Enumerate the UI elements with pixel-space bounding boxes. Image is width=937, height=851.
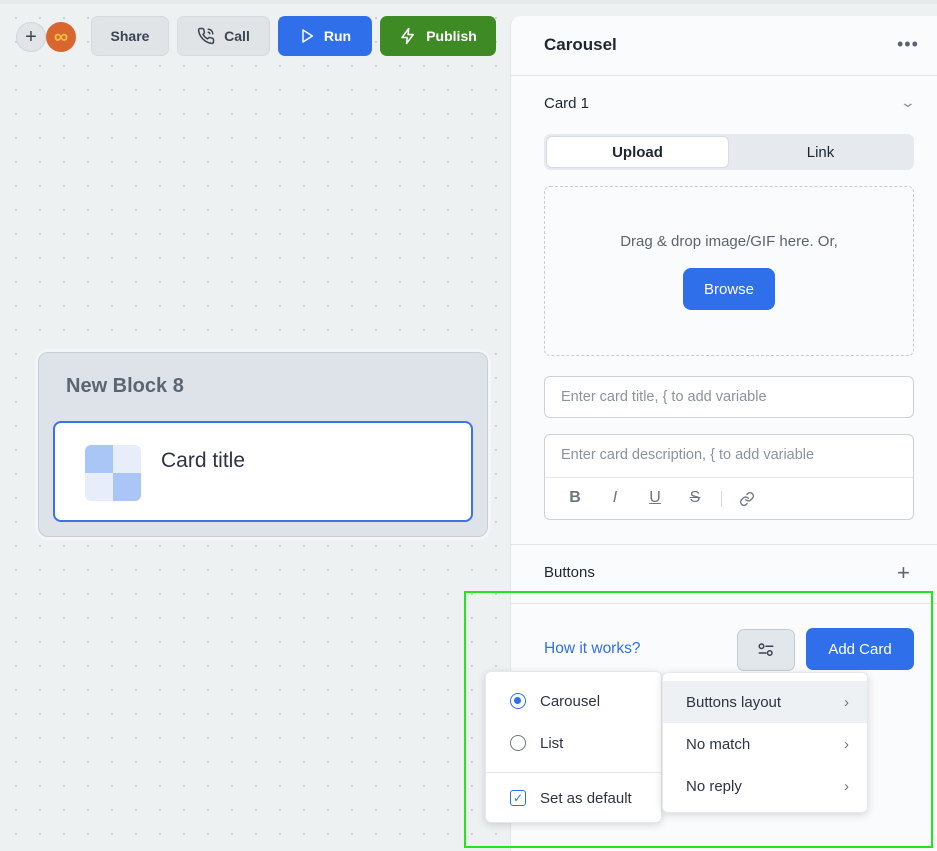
menu-item-no-reply[interactable]: No reply › (663, 765, 867, 807)
settings-menu: Buttons layout › No match › No reply › (662, 672, 868, 813)
strikethrough-button[interactable]: S (685, 489, 705, 507)
checkbox-checked-icon: ✓ (510, 790, 526, 806)
set-as-default-checkbox[interactable]: ✓ Set as default (510, 786, 632, 810)
more-options-icon[interactable]: ••• (897, 34, 919, 55)
add-button-icon[interactable]: + (897, 560, 910, 586)
checkbox-label: Set as default (540, 789, 632, 807)
option-label: Carousel (540, 692, 601, 710)
menu-item-no-match[interactable]: No match › (663, 723, 867, 765)
publish-button[interactable]: Publish (380, 16, 496, 56)
avatar[interactable]: ∞ (46, 22, 76, 52)
card-title-input[interactable]: Enter card title, { to add variable (544, 376, 914, 418)
publish-label: Publish (426, 28, 477, 44)
tab-upload[interactable]: Upload (546, 136, 729, 168)
option-carousel[interactable]: Carousel (510, 689, 600, 713)
card-title: Card title (161, 449, 246, 472)
chevron-right-icon: › (844, 735, 849, 753)
option-label: List (540, 734, 564, 752)
format-toolbar: B I U S (545, 477, 913, 519)
chevron-right-icon: › (844, 693, 849, 711)
description-placeholder: Enter card description, { to add variabl… (561, 447, 815, 463)
chevron-right-icon: › (844, 777, 849, 795)
browse-button[interactable]: Browse (683, 268, 775, 310)
run-button[interactable]: Run (278, 16, 372, 56)
card-section-title: Card 1 (544, 95, 590, 112)
share-label: Share (110, 28, 150, 44)
chevron-down-icon[interactable]: ⌄ (900, 94, 916, 111)
image-placeholder-icon (85, 445, 141, 501)
menu-item-label: Buttons layout (686, 693, 782, 711)
play-icon (302, 29, 313, 43)
panel-title: Carousel (544, 35, 617, 54)
menu-item-label: No match (686, 735, 751, 753)
layout-menu: Carousel List ✓ Set as default (485, 671, 662, 823)
carousel-card[interactable]: Card title (53, 421, 473, 522)
image-dropzone[interactable]: Drag & drop image/GIF here. Or, Browse (544, 186, 914, 356)
source-tabs: Upload Link (544, 134, 914, 170)
block-title: New Block 8 (66, 375, 184, 397)
option-list[interactable]: List (510, 731, 563, 755)
menu-item-buttons-layout[interactable]: Buttons layout › (663, 681, 867, 723)
panel-header: Carousel ••• (511, 16, 937, 76)
menu-divider (486, 772, 661, 773)
radio-selected-icon (510, 693, 526, 709)
share-button[interactable]: Share (91, 16, 169, 56)
call-button[interactable]: Call (177, 16, 270, 56)
link-icon[interactable] (737, 491, 757, 507)
tab-link[interactable]: Link (729, 136, 912, 168)
bold-button[interactable]: B (565, 489, 585, 507)
run-label: Run (323, 28, 352, 44)
phone-icon (197, 27, 215, 45)
menu-item-label: No reply (686, 777, 742, 795)
underline-button[interactable]: U (645, 489, 665, 507)
radio-icon (510, 735, 526, 751)
divider (511, 544, 937, 545)
call-label: Call (224, 28, 250, 44)
dropzone-text: Drag & drop image/GIF here. Or, (620, 233, 838, 250)
italic-button[interactable]: I (605, 489, 625, 507)
buttons-section-title: Buttons (544, 564, 595, 581)
card-description-input[interactable]: Enter card description, { to add variabl… (544, 434, 914, 520)
lightning-icon (401, 27, 415, 45)
top-divider (0, 0, 937, 4)
toolbar-divider (721, 491, 722, 507)
add-collaborator-button[interactable]: + (16, 22, 46, 52)
canvas-block[interactable]: New Block 8 Card title (38, 352, 488, 537)
